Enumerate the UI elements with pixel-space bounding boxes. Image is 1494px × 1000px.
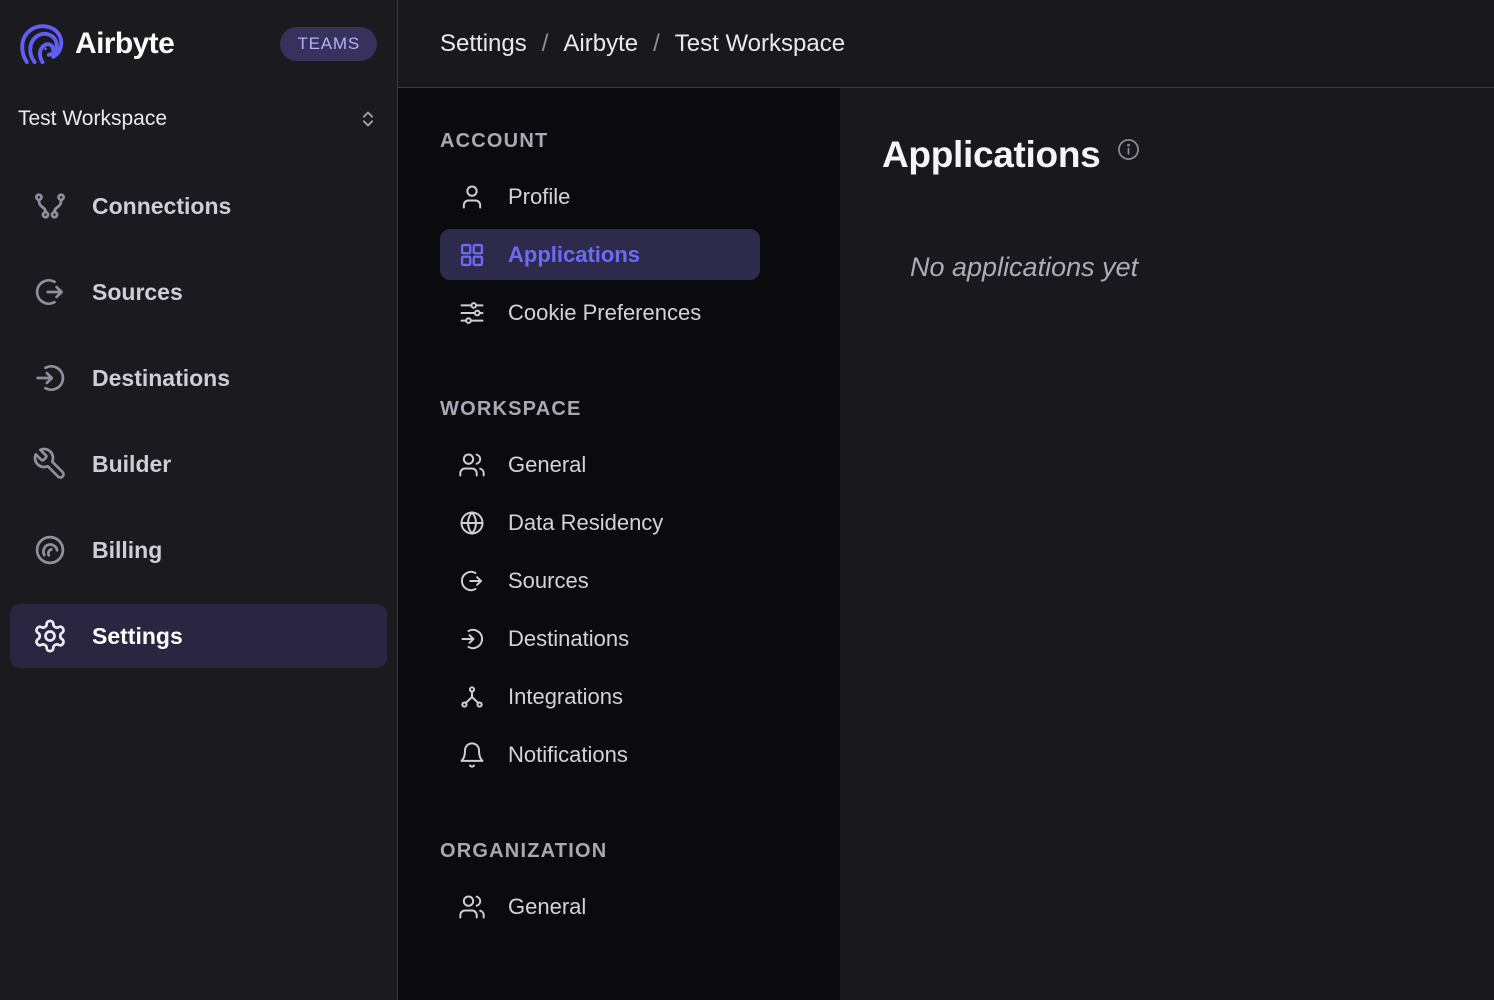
settings-section-account: ACCOUNT Profile (398, 130, 840, 338)
settings-nav-item-label: General (508, 894, 586, 920)
breadcrumb-item-settings[interactable]: Settings (440, 30, 527, 58)
settings-nav-item-cookie-preferences[interactable]: Cookie Preferences (440, 287, 760, 338)
breadcrumb-item-airbyte[interactable]: Airbyte (563, 30, 638, 58)
sidebar-item-connections[interactable]: Connections (10, 174, 387, 238)
settings-gear-icon (32, 618, 68, 654)
integrations-molecule-icon (458, 683, 486, 711)
settings-nav-item-applications[interactable]: Applications (440, 229, 760, 280)
chevrons-up-down-icon (357, 108, 379, 130)
settings-nav-item-label: Notifications (508, 742, 628, 768)
airbyte-logo-icon (18, 21, 65, 68)
cookie-preferences-sliders-icon (458, 299, 486, 327)
settings-nav-item-label: Data Residency (508, 510, 663, 536)
settings-nav-item-label: Integrations (508, 684, 623, 710)
settings-nav-item-label: Applications (508, 242, 640, 268)
settings-nav-item-label: General (508, 452, 586, 478)
sidebar-item-sources[interactable]: Sources (10, 260, 387, 324)
sidebar-item-label: Connections (92, 193, 231, 220)
settings-section-organization: ORGANIZATION General (398, 840, 840, 932)
applications-grid-icon (458, 241, 486, 269)
app-root: Airbyte TEAMS Test Workspace (0, 0, 1494, 1000)
sidebar-item-label: Builder (92, 451, 171, 478)
right-area: Settings / Airbyte / Test Workspace ACCO… (398, 0, 1494, 1000)
sidebar-header: Airbyte TEAMS (0, 0, 397, 88)
settings-nav-item-integrations[interactable]: Integrations (440, 671, 760, 722)
empty-state-message: No applications yet (910, 252, 1454, 283)
workspace-selector[interactable]: Test Workspace (0, 88, 397, 150)
settings-nav-item-general-organization[interactable]: General (440, 881, 760, 932)
brand-name: Airbyte (75, 27, 174, 61)
settings-nav: ACCOUNT Profile (398, 88, 840, 1000)
sidebar-item-destinations[interactable]: Destinations (10, 346, 387, 410)
settings-section-workspace: WORKSPACE General (398, 398, 840, 780)
page-title-row: Applications (882, 134, 1454, 176)
breadcrumb-item-test-workspace[interactable]: Test Workspace (675, 30, 845, 58)
settings-nav-item-profile[interactable]: Profile (440, 171, 760, 222)
workspace-selector-label: Test Workspace (18, 107, 167, 131)
info-icon[interactable] (1116, 137, 1141, 162)
settings-nav-item-label: Sources (508, 568, 589, 594)
content-row: ACCOUNT Profile (398, 88, 1494, 1000)
builder-wrench-icon (32, 446, 68, 482)
settings-nav-item-notifications[interactable]: Notifications (440, 729, 760, 780)
settings-nav-item-destinations[interactable]: Destinations (440, 613, 760, 664)
settings-nav-item-label: Cookie Preferences (508, 300, 701, 326)
bell-icon (458, 741, 486, 769)
connections-icon (32, 188, 68, 224)
globe-icon (458, 509, 486, 537)
airbyte-logo-link[interactable]: Airbyte (18, 21, 174, 68)
sidebar-item-settings[interactable]: Settings (10, 604, 387, 668)
sidebar-item-builder[interactable]: Builder (10, 432, 387, 496)
breadcrumb-separator: / (542, 30, 549, 58)
settings-nav-item-data-residency[interactable]: Data Residency (440, 497, 760, 548)
section-title: ACCOUNT (440, 130, 840, 153)
profile-person-icon (458, 183, 486, 211)
page-title: Applications (882, 134, 1100, 176)
topbar: Settings / Airbyte / Test Workspace (398, 0, 1494, 88)
settings-nav-item-general-workspace[interactable]: General (440, 439, 760, 490)
destinations-icon (458, 625, 486, 653)
section-title: ORGANIZATION (440, 840, 840, 863)
destinations-icon (32, 360, 68, 396)
sidebar-item-label: Billing (92, 537, 162, 564)
sources-icon (32, 274, 68, 310)
teams-badge: TEAMS (280, 27, 377, 61)
settings-nav-item-label: Profile (508, 184, 570, 210)
sidebar-nav: Connections Sources (0, 150, 397, 690)
settings-nav-item-sources[interactable]: Sources (440, 555, 760, 606)
sidebar-item-label: Settings (92, 623, 183, 650)
main-panel: Applications No applications yet (840, 88, 1494, 1000)
billing-coin-icon (32, 532, 68, 568)
sidebar-item-billing[interactable]: Billing (10, 518, 387, 582)
users-icon (458, 893, 486, 921)
breadcrumb-separator: / (653, 30, 660, 58)
sidebar-item-label: Destinations (92, 365, 230, 392)
sidebar: Airbyte TEAMS Test Workspace (0, 0, 398, 1000)
section-title: WORKSPACE (440, 398, 840, 421)
users-icon (458, 451, 486, 479)
sources-icon (458, 567, 486, 595)
sidebar-item-label: Sources (92, 279, 183, 306)
settings-nav-item-label: Destinations (508, 626, 629, 652)
